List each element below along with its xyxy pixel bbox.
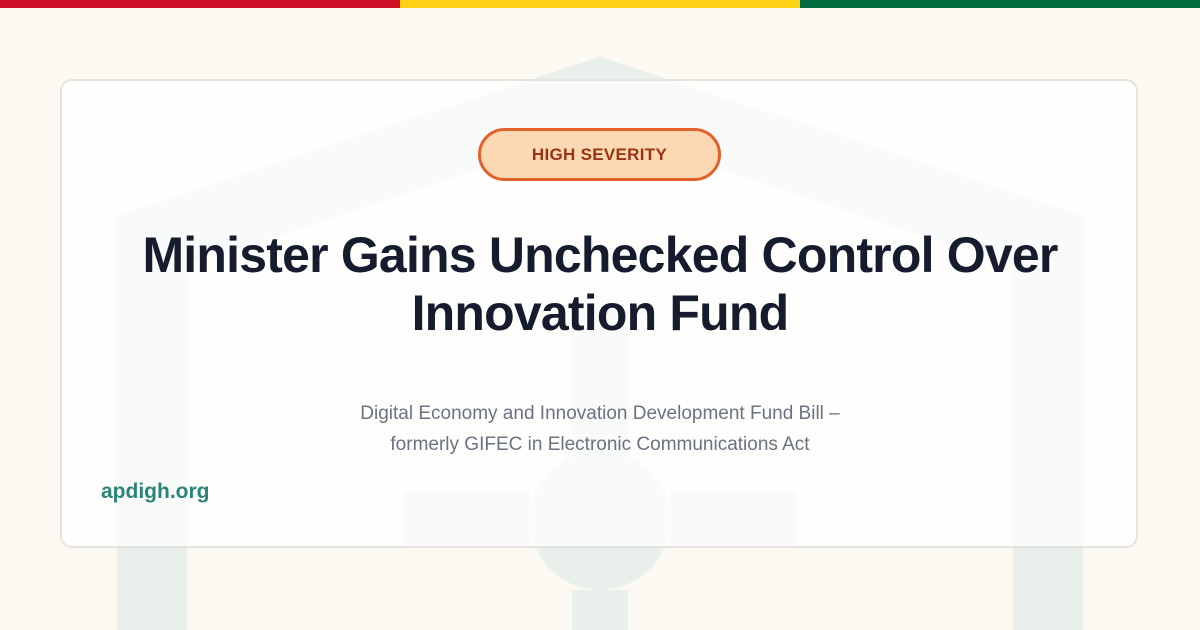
headline-line-1: Minister Gains Unchecked Control Over [142, 227, 1058, 283]
site-domain: apdigh.org [101, 480, 210, 503]
subheadline-line-2: formerly GIFEC in Electronic Communicati… [390, 434, 810, 455]
subheadline: Digital Economy and Innovation Developme… [200, 398, 1000, 460]
severity-badge: HIGH SEVERITY [478, 128, 721, 181]
severity-badge-label: HIGH SEVERITY [531, 144, 668, 164]
subheadline-line-1: Digital Economy and Innovation Developme… [360, 403, 840, 424]
headline: Minister Gains Unchecked Control Over In… [100, 226, 1100, 342]
headline-line-2: Innovation Fund [411, 285, 790, 341]
